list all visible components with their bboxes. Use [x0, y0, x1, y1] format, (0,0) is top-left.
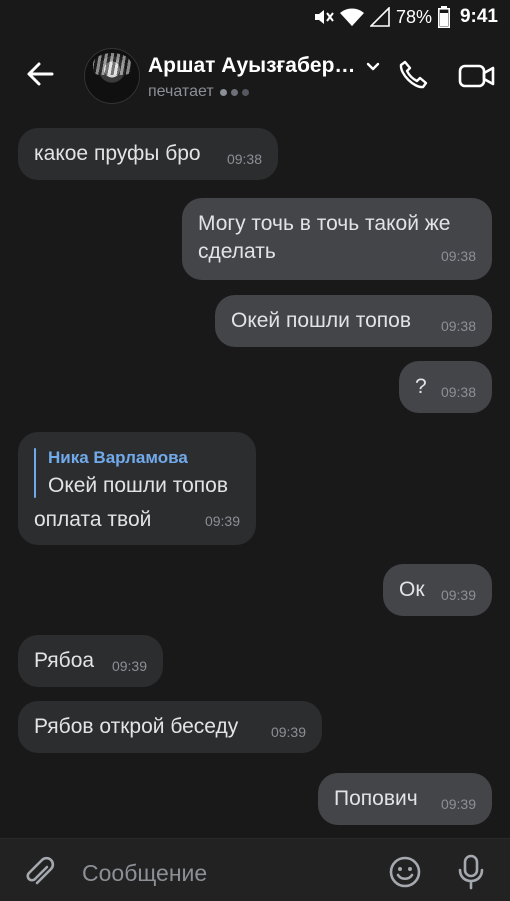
battery-percent: 78%	[395, 6, 432, 27]
message-incoming[interactable]: Рябов открой беседу 09:39	[18, 701, 322, 753]
message-text: Рябоа	[34, 649, 95, 672]
typing-dots	[219, 88, 249, 96]
message-time: 09:39	[111, 658, 147, 674]
wifi-icon	[339, 7, 364, 27]
signal-icon	[369, 7, 390, 27]
paperclip-icon[interactable]	[22, 855, 56, 889]
message-time: 09:38	[226, 151, 262, 167]
message-time: 09:38	[440, 318, 476, 334]
battery-icon	[437, 6, 450, 28]
video-icon[interactable]	[458, 60, 496, 92]
message-text: ?	[415, 375, 427, 398]
message-incoming[interactable]: Рябоа 09:39	[18, 635, 163, 687]
status-bar: 78% 9:41	[0, 0, 510, 36]
message-time: 09:38	[440, 248, 476, 264]
clock: 9:41	[459, 6, 498, 27]
phone-icon[interactable]	[396, 58, 430, 92]
emoji-icon[interactable]	[388, 855, 422, 889]
mute-icon	[312, 7, 334, 27]
typing-label: печатает	[148, 83, 214, 100]
message-text: Окей пошли топов	[231, 309, 411, 332]
message-composer	[0, 838, 510, 901]
message-text: Могу точь в точь такой же	[198, 212, 451, 235]
back-arrow-icon[interactable]	[22, 56, 58, 92]
message-outgoing[interactable]: Окей пошли топов 09:38	[215, 295, 492, 347]
chat-title[interactable]: Аршат Ауызғабер…	[148, 54, 355, 78]
message-time: 09:39	[440, 587, 476, 603]
message-time: 09:39	[204, 513, 240, 529]
message-input[interactable]	[80, 857, 364, 889]
reply-quote[interactable]: Ника Варламова Окей пошли топов	[34, 444, 240, 500]
microphone-icon[interactable]	[456, 853, 486, 891]
reply-author: Ника Варламова	[48, 448, 188, 467]
message-text: какое пруфы бро	[34, 142, 201, 165]
chat-header: Аршат Ауызғабер… печатает	[0, 36, 510, 118]
message-outgoing[interactable]: Ок 09:39	[383, 564, 492, 616]
avatar[interactable]	[84, 48, 140, 104]
message-outgoing[interactable]: ? 09:38	[399, 361, 492, 413]
message-outgoing[interactable]: Могу точь в точь такой же сделать 09:38	[182, 198, 492, 280]
message-time: 09:38	[440, 384, 476, 400]
message-text: Ок	[399, 578, 425, 601]
message-outgoing[interactable]: Попович 09:39	[318, 773, 492, 825]
typing-status: печатает	[148, 83, 249, 101]
message-text: Попович	[334, 787, 418, 810]
message-incoming-reply[interactable]: Ника Варламова Окей пошли топов оплата т…	[18, 432, 256, 545]
message-text: Рябов открой беседу	[34, 715, 239, 738]
chevron-down-icon[interactable]	[364, 58, 382, 76]
message-text-line2: сделать	[198, 240, 276, 263]
message-incoming[interactable]: какое пруфы бро 09:38	[18, 128, 278, 180]
message-time: 09:39	[440, 796, 476, 812]
reply-text: Окей пошли топов	[48, 474, 228, 497]
reply-bar	[34, 448, 36, 498]
message-time: 09:39	[270, 724, 306, 740]
